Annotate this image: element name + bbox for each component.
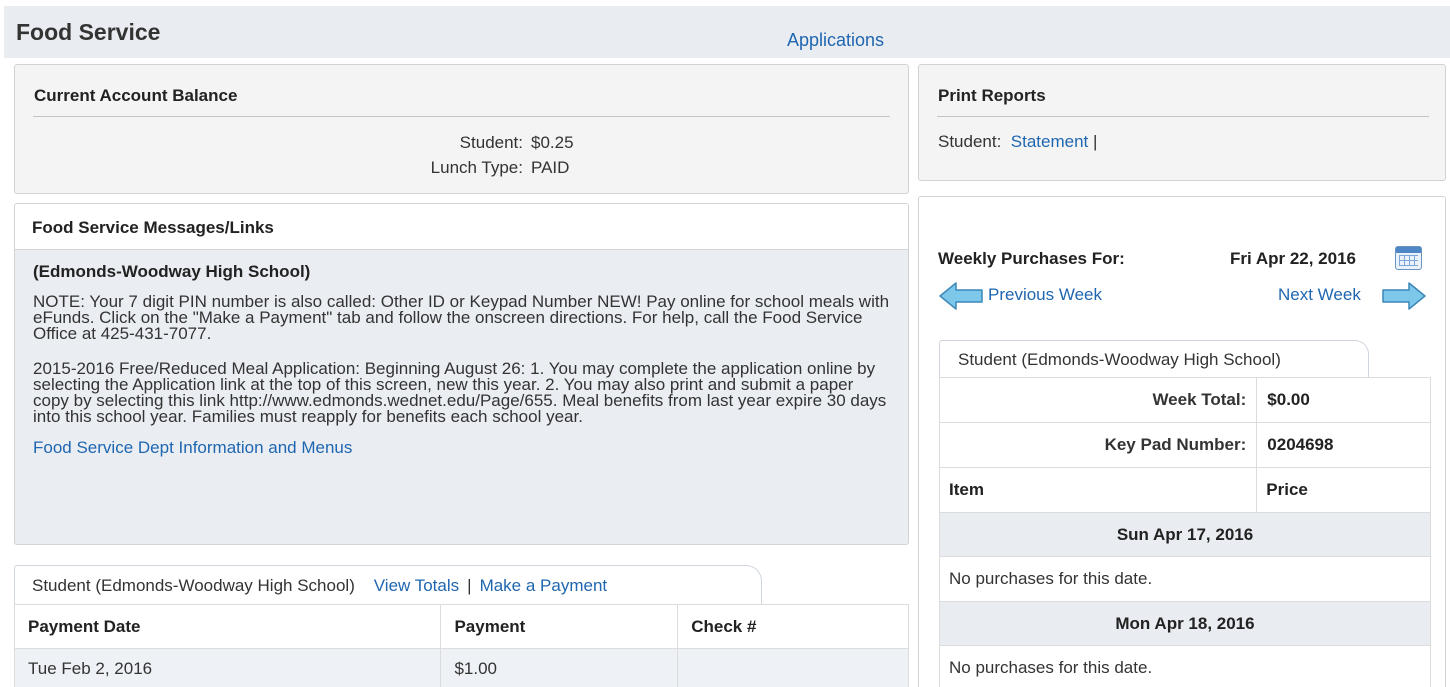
student-balance-label: Student: [459,133,523,152]
payments-tab[interactable]: Student (Edmonds-Woodway High School) Vi… [14,565,762,604]
check-number-cell [677,648,909,687]
student-balance-row: Student: $0.25 [381,133,574,153]
date-row: Sun Apr 17, 2016 [939,512,1431,557]
payments-header-row: Payment Date Payment Check # [13,604,909,649]
messages-heading: Food Service Messages/Links [15,204,908,250]
payment-date-cell: Tue Feb 2, 2016 [13,648,442,687]
table-row: Tue Feb 2, 2016 $1.00 [13,648,909,687]
reports-separator: | [1093,132,1098,151]
weekly-date: Fri Apr 22, 2016 [1230,249,1356,268]
reports-student-label: Student: [938,132,1002,151]
week-total-value: $0.00 [1256,377,1431,423]
keypad-row: Key Pad Number: 0204698 [938,422,1431,468]
column-header-item: Item [938,467,1258,513]
weekly-purchases-table: Week Total: $0.00 Key Pad Number: 020469… [938,377,1431,687]
lunch-type-value: PAID [531,158,570,177]
list-item: No purchases for this date. [939,645,1431,687]
column-header-payment-date[interactable]: Payment Date [13,604,442,649]
keypad-label: Key Pad Number: [938,422,1258,468]
lunch-type-row: Lunch Type: PAID [381,158,570,178]
message-paragraph: NOTE: Your 7 digit PIN number is also ca… [33,292,890,343]
day-date: Mon Apr 18, 2016 [939,601,1431,646]
column-header-check[interactable]: Check # [677,604,909,649]
no-purchases-note: No purchases for this date. [939,556,1431,602]
column-header-price: Price [1256,467,1431,513]
messages-panel: Food Service Messages/Links (Edmonds-Woo… [14,203,909,545]
message-paragraph: 2015-2016 Free/Reduced Meal Application:… [33,359,887,426]
print-reports-panel: Print Reports Student: Statement | [918,64,1446,181]
make-payment-link[interactable]: Make a Payment [480,576,608,595]
weekly-purchases-label: Weekly Purchases For: [938,249,1125,268]
school-name: (Edmonds-Woodway High School) [33,262,311,281]
week-total-row: Week Total: $0.00 [938,377,1431,423]
lunch-type-label: Lunch Type: [430,158,523,177]
page-title: Food Service [16,19,161,45]
divider [937,116,1429,117]
payments-table: Payment Date Payment Check # Tue Feb 2, … [13,604,909,687]
payments-tab-label: Student (Edmonds-Woodway High School) [32,576,355,595]
tab-separator: | [467,576,472,595]
payment-amount-cell: $1.00 [440,648,679,687]
previous-week-link[interactable]: Previous Week [988,285,1102,305]
messages-body: (Edmonds-Woodway High School) NOTE: Your… [15,250,908,456]
current-balance-panel: Current Account Balance Student: $0.25 Lu… [14,64,909,194]
dept-info-link[interactable]: Food Service Dept Information and Menus [33,439,890,456]
print-reports-heading: Print Reports [938,86,1046,105]
no-purchases-note: No purchases for this date. [939,645,1431,687]
reports-line: Student: Statement | [938,132,1097,152]
right-arrow-icon[interactable] [1382,281,1426,311]
divider [33,116,890,117]
left-arrow-icon[interactable] [939,281,983,311]
statement-link[interactable]: Statement [1011,132,1089,151]
weekly-student-tab[interactable]: Student (Edmonds-Woodway High School) [939,340,1369,377]
week-total-label: Week Total: [938,377,1258,423]
item-header-row: Item Price [938,467,1431,513]
student-balance-value: $0.25 [531,133,574,152]
next-week-link[interactable]: Next Week [1278,285,1361,305]
date-row: Mon Apr 18, 2016 [939,601,1431,646]
column-header-payment[interactable]: Payment [440,604,679,649]
weekly-purchases-panel: Weekly Purchases For: Fri Apr 22, 2016 P… [918,196,1446,687]
view-totals-link[interactable]: View Totals [374,576,459,595]
calendar-icon[interactable] [1395,246,1422,270]
keypad-value: 0204698 [1256,422,1431,468]
list-item: No purchases for this date. [939,556,1431,602]
top-bar: Food Service Applications [4,6,1450,58]
balance-heading: Current Account Balance [34,86,238,105]
day-date: Sun Apr 17, 2016 [939,512,1431,557]
applications-link[interactable]: Applications [787,30,884,51]
